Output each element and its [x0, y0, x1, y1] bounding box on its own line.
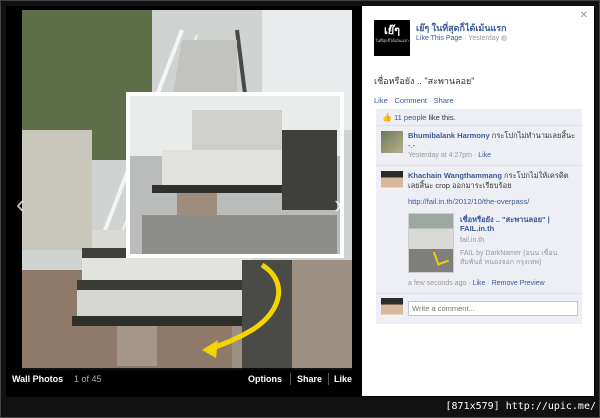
avatar[interactable]	[381, 131, 403, 153]
comment-item: Khachain Wangthammang กระโปกไม่ให้เครดิต…	[376, 166, 582, 294]
share-button[interactable]: Share	[297, 374, 322, 384]
brick-support	[117, 326, 157, 366]
remove-preview-link[interactable]: Remove Preview	[492, 280, 545, 287]
like-page-link[interactable]: Like This Page	[416, 35, 462, 42]
stair-step	[82, 258, 252, 280]
link-preview[interactable]: เชื่อหรือยัง .. "สะพานลอย" | FAIL.in.th …	[408, 213, 577, 279]
comment-time[interactable]: Yesterday at 4:27pm	[408, 152, 472, 159]
comment-link-url[interactable]: http://fail.in.th/2012/10/the-overpass/	[408, 197, 577, 207]
post-caption: เชื่อหรือยัง .. "สะพานลอย"	[374, 76, 475, 86]
options-button[interactable]: Options	[248, 374, 282, 384]
write-comment-row	[376, 294, 582, 324]
overpass-stairs-photo[interactable]	[22, 10, 352, 370]
toolbar-divider	[290, 373, 291, 385]
likes-count[interactable]: 11 people	[394, 113, 426, 122]
photo-stage[interactable]: ‹ ›	[6, 6, 362, 396]
feedback-box: 👍 11 people like this. Bhumibalank Harmo…	[376, 109, 582, 324]
share-link[interactable]: Share	[434, 96, 454, 105]
album-title[interactable]: Wall Photos	[12, 374, 63, 384]
avatar	[381, 298, 403, 320]
link-preview-title[interactable]: เชื่อหรือยัง .. "สะพานลอย" | FAIL.in.th	[460, 215, 577, 233]
likes-summary: 👍 11 people like this.	[376, 109, 582, 126]
avatar-text: เย๊ๆ	[383, 25, 401, 37]
watermark-text: [871x579] http://upic.me/	[445, 401, 596, 412]
like-button[interactable]: Like	[334, 374, 352, 384]
link-preview-domain: fail.in.th	[460, 237, 485, 244]
next-photo-icon[interactable]: ›	[334, 191, 343, 217]
comment-like-link[interactable]: Like	[478, 152, 491, 159]
likes-suffix: like this.	[428, 113, 456, 122]
previous-photo-icon[interactable]: ‹	[16, 191, 25, 217]
avatar[interactable]	[381, 171, 403, 193]
comment-author[interactable]: Bhumibalank Harmony	[408, 131, 490, 140]
comment-item: Bhumibalank Harmony กระโปกไม่ทำนามเลยสิ้…	[376, 126, 582, 166]
globe-icon: ◍	[501, 35, 508, 42]
link-preview-thumbnail[interactable]	[408, 213, 454, 273]
photo-count: 1 of 45	[74, 374, 102, 384]
comment-link[interactable]: Comment	[394, 96, 427, 105]
avatar-subtext: ในที่สุดก็ได้เม้นแรก	[375, 38, 409, 43]
page-name[interactable]: เย๊ๆ ในที่สุดก็ได้เม้นแรก	[416, 21, 507, 35]
photo-toolbar: Wall Photos 1 of 45 Options Share Like	[6, 368, 362, 390]
comment-time[interactable]: a few seconds ago	[408, 280, 466, 287]
toolbar-divider	[328, 373, 329, 385]
comment-meta: a few seconds ago · Like · Remove Previe…	[408, 279, 577, 289]
post-actions: Like · Comment · Share	[374, 96, 454, 105]
page-avatar[interactable]: เย๊ๆ ในที่สุดก็ได้เม้นแรก	[374, 20, 410, 56]
post-panel: ✕ เย๊ๆ ในที่สุดก็ได้เม้นแรก เย๊ๆ ในที่สุ…	[362, 6, 594, 396]
stair-step	[77, 290, 257, 316]
comment-meta: Yesterday at 4:27pm · Like	[408, 151, 577, 161]
comment-author[interactable]: Khachain Wangthammang	[408, 171, 502, 180]
like-link[interactable]: Like	[374, 96, 388, 105]
link-preview-description: FAIL by DarkNamer (อนน เขื่อนสัมพันธ์ หน…	[460, 250, 558, 266]
post-meta: Like This Page · Yesterday ◍	[416, 34, 507, 42]
wall	[22, 130, 92, 250]
close-icon[interactable]: ✕	[580, 10, 588, 21]
post-timestamp[interactable]: Yesterday	[468, 35, 499, 42]
thumbs-up-icon: 👍	[382, 113, 392, 122]
comment-input[interactable]	[408, 301, 578, 316]
comment-like-link[interactable]: Like	[473, 280, 486, 287]
